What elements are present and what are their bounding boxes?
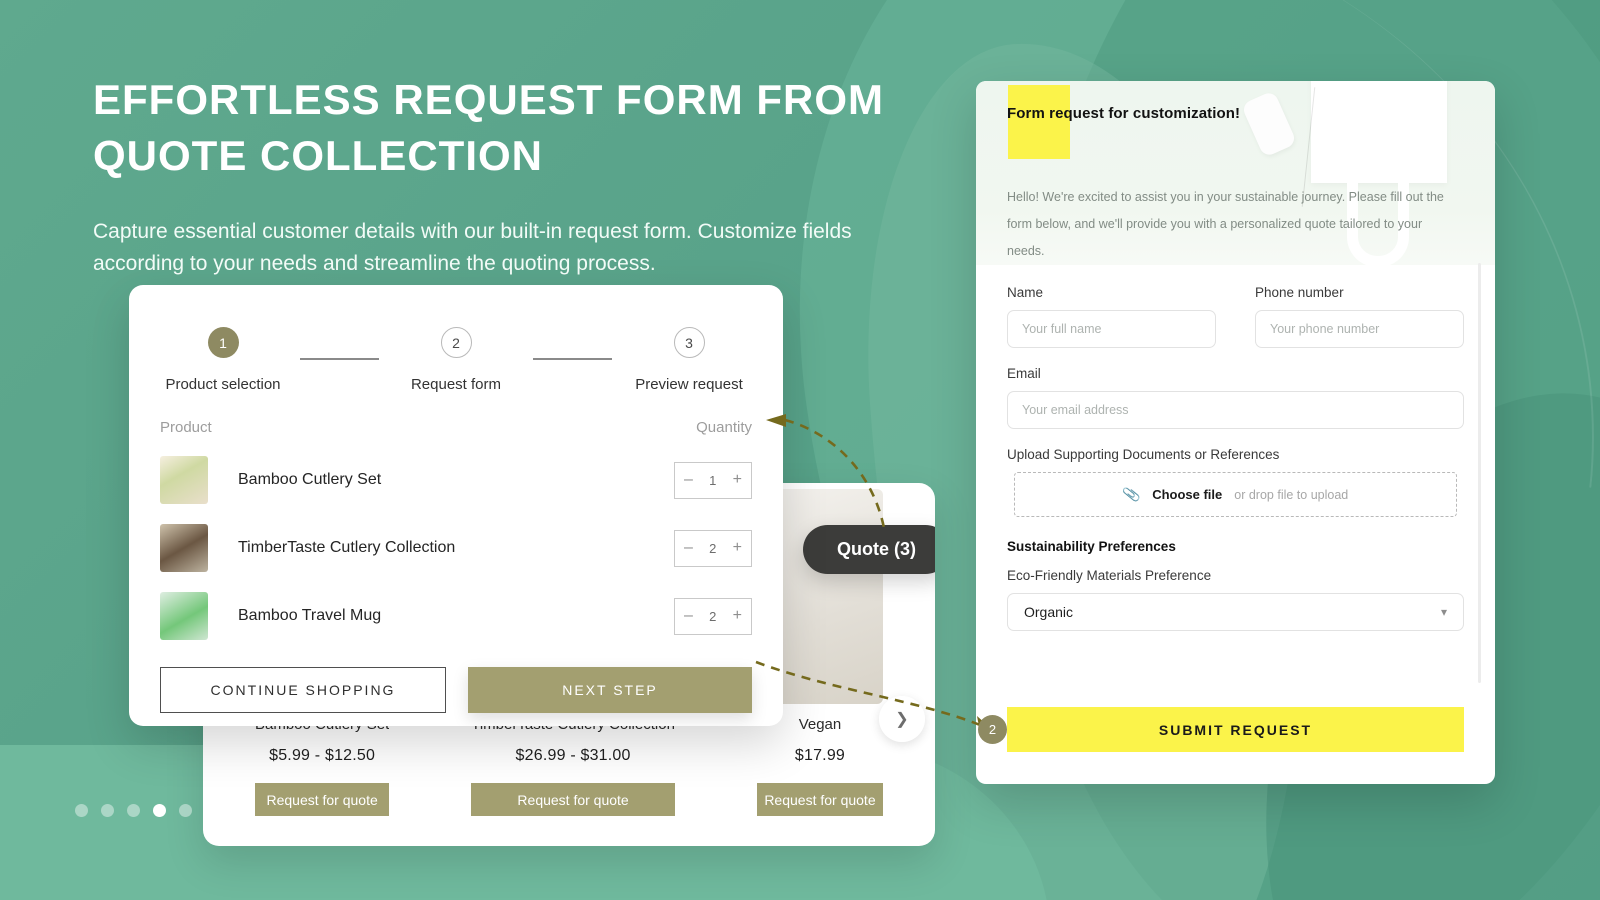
table-row: TimberTaste Cutlery Collection – 2 + [160, 524, 752, 572]
page-title: EFFORTLESS REQUEST FORM FROM QUOTE COLLE… [93, 76, 884, 179]
eco-materials-value: Organic [1024, 604, 1074, 620]
product-card-price: $17.99 [794, 747, 846, 764]
product-thumbnail [160, 524, 208, 572]
name-phone-row: Name Your full name Phone number Your ph… [1007, 285, 1464, 348]
eco-materials-label: Eco-Friendly Materials Preference [1007, 568, 1212, 583]
request-for-quote-button[interactable]: Request for quote [471, 783, 675, 816]
carousel-dot[interactable] [127, 804, 140, 817]
step-number: 3 [673, 327, 705, 358]
step-label: Preview request [635, 376, 743, 393]
submit-area: 2 SUBMIT REQUEST [978, 707, 1464, 752]
phone-input[interactable]: Your phone number [1255, 310, 1464, 348]
carousel-dot[interactable] [101, 804, 114, 817]
paper-roll-image [1240, 90, 1298, 158]
drop-file-hint: or drop file to upload [1234, 487, 1349, 502]
quote-count-badge[interactable]: Quote (3) [803, 525, 935, 574]
request-form-panel: Form request for customization! Hello! W… [976, 81, 1495, 784]
column-header-quantity: Quantity [696, 419, 752, 436]
carousel-dot-active[interactable] [153, 804, 166, 817]
decrease-quantity-button[interactable]: – [684, 540, 693, 556]
hero-section: EFFORTLESS REQUEST FORM FROM QUOTE COLLE… [93, 72, 903, 280]
decrease-quantity-button[interactable]: – [684, 608, 693, 624]
sustainability-section: Sustainability Preferences Eco-Friendly … [1007, 539, 1464, 631]
quantity-stepper[interactable]: – 1 + [674, 461, 752, 499]
carousel-dot[interactable] [231, 804, 244, 817]
product-name: Bamboo Cutlery Set [238, 471, 382, 488]
increase-quantity-button[interactable]: + [733, 608, 742, 624]
increase-quantity-button[interactable]: + [733, 472, 742, 488]
submit-request-button[interactable]: SUBMIT REQUEST [1007, 707, 1464, 752]
phone-field-group: Phone number Your phone number [1255, 285, 1464, 348]
product-selection-card: 1 Product selection 2 Request form 3 Pre… [129, 285, 783, 726]
step-label: Request form [410, 376, 502, 393]
request-for-quote-button[interactable]: Request for quote [756, 783, 883, 816]
annotation-badge-2: 2 [978, 715, 1007, 744]
quantity-stepper[interactable]: – 2 + [674, 529, 752, 567]
chevron-down-icon: ▾ [1440, 605, 1447, 619]
table-header: Product Quantity [160, 419, 752, 436]
request-for-quote-button[interactable]: Request for quote [255, 783, 390, 816]
name-label: Name [1007, 285, 1044, 300]
form-scrollbar[interactable] [1478, 263, 1481, 683]
paperclip-icon: 📎 [1121, 484, 1142, 504]
email-field-group: Email Your email address [1007, 366, 1464, 429]
product-card-price: $5.99 - $12.50 [269, 747, 376, 764]
next-step-button[interactable]: NEXT STEP [468, 667, 752, 713]
column-header-product: Product [160, 419, 212, 436]
chevron-right-icon[interactable]: ❯ [879, 696, 925, 742]
file-dropzone[interactable]: 📎 Choose file or drop file to upload [1014, 472, 1457, 517]
carousel-dots [75, 804, 244, 817]
form-hero-text: Hello! We're excited to assist you in yo… [1007, 190, 1444, 258]
step-connector [300, 358, 379, 360]
name-input[interactable]: Your full name [1007, 310, 1216, 348]
step-number: 1 [207, 327, 239, 358]
table-row: Bamboo Cutlery Set – 1 + [160, 456, 752, 504]
quantity-value: 2 [709, 608, 717, 624]
increase-quantity-button[interactable]: + [733, 540, 742, 556]
card-actions: CONTINUE SHOPPING NEXT STEP [160, 667, 752, 713]
sustainability-title: Sustainability Preferences [1007, 539, 1176, 554]
product-card-price: $26.99 - $31.00 [515, 747, 631, 764]
step-connector [533, 358, 612, 360]
step-number: 2 [440, 327, 472, 358]
page-subtitle: Capture essential customer details with … [93, 220, 852, 275]
choose-file-button[interactable]: Choose file [1152, 487, 1222, 502]
carousel-dot[interactable] [179, 804, 192, 817]
product-name: TimberTaste Cutlery Collection [238, 539, 456, 556]
product-thumbnail [160, 456, 208, 504]
step-request-form[interactable]: 2 Request form [393, 327, 519, 393]
carousel-dot[interactable] [75, 804, 88, 817]
email-label: Email [1007, 366, 1041, 381]
carousel-dot[interactable] [205, 804, 218, 817]
continue-shopping-button[interactable]: CONTINUE SHOPPING [160, 667, 446, 713]
form-hero-image: Form request for customization! Hello! W… [976, 81, 1495, 265]
step-product-selection[interactable]: 1 Product selection [160, 327, 286, 393]
upload-label: Upload Supporting Documents or Reference… [1007, 447, 1280, 462]
table-row: Bamboo Travel Mug – 2 + [160, 592, 752, 640]
decrease-quantity-button[interactable]: – [684, 472, 693, 488]
product-thumbnail [160, 592, 208, 640]
email-input[interactable]: Your email address [1007, 391, 1464, 429]
step-label: Product selection [165, 376, 281, 393]
stepper: 1 Product selection 2 Request form 3 Pre… [160, 315, 752, 393]
phone-label: Phone number [1255, 285, 1344, 300]
form-hero-title: Form request for customization! [1007, 105, 1241, 122]
quantity-value: 1 [709, 472, 717, 488]
step-preview-request[interactable]: 3 Preview request [626, 327, 752, 393]
upload-field-group: Upload Supporting Documents or Reference… [1007, 447, 1464, 517]
eco-materials-select[interactable]: Organic ▾ [1007, 593, 1464, 631]
quantity-stepper[interactable]: – 2 + [674, 597, 752, 635]
highlight-block [1008, 85, 1070, 159]
shopping-bag-image [1311, 81, 1447, 183]
product-name: Bamboo Travel Mug [238, 607, 382, 624]
form-body: Name Your full name Phone number Your ph… [976, 265, 1495, 631]
quantity-value: 2 [709, 540, 717, 556]
name-field-group: Name Your full name [1007, 285, 1216, 348]
